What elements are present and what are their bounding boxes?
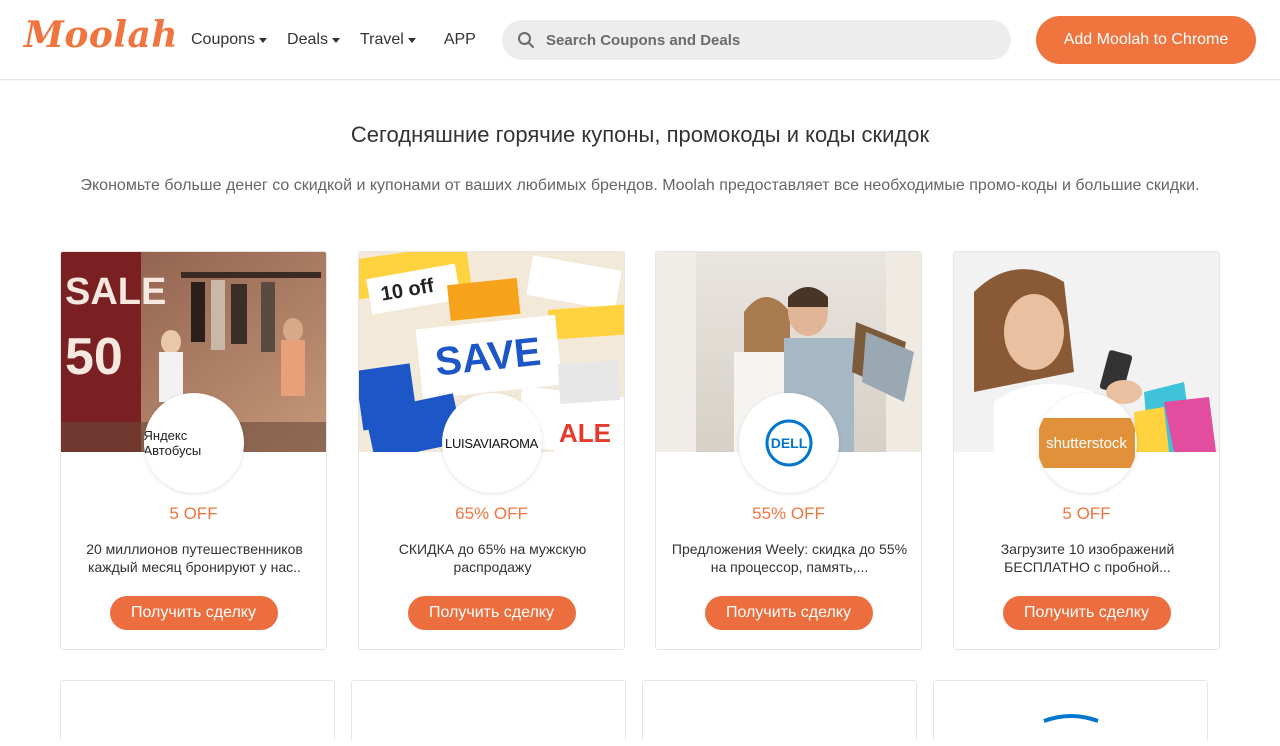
caret-down-icon <box>259 37 268 43</box>
deal-card[interactable] <box>642 680 917 740</box>
page-title: Сегодняшние горячие купоны, промокоды и … <box>350 122 930 147</box>
dell-logo-icon: DELL <box>765 419 812 467</box>
brand-logo-text: shutterstock <box>1046 434 1127 452</box>
nav-deals[interactable]: Deals <box>287 31 340 49</box>
deal-description: Предложения Weely: скидка до 55% на проц… <box>671 541 908 575</box>
dell-logo-text: DELL <box>770 435 807 451</box>
nav-coupons-label: Coupons <box>191 31 256 48</box>
deal-description: 20 миллионов путешественников каждый мес… <box>86 541 303 575</box>
brand-logo-dell[interactable]: DELL <box>738 393 839 493</box>
add-to-chrome-button[interactable]: Add Moolah to Chrome <box>1036 16 1256 64</box>
get-deal-button[interactable]: Получить сделку <box>407 596 576 630</box>
svg-text:ALE: ALE <box>559 418 611 448</box>
get-deal-button[interactable]: Получить сделку <box>109 596 278 630</box>
deal-card[interactable] <box>933 680 1208 740</box>
offer-label: 65% OFF <box>455 504 528 523</box>
offer-label: 55% OFF <box>752 504 825 523</box>
shutterstock-badge: shutterstock <box>1038 418 1135 468</box>
search-bar <box>502 20 1011 60</box>
deal-card[interactable]: shutterstock 5 OFF Загрузите 10 изображе… <box>953 251 1220 650</box>
nav-deals-label: Deals <box>287 31 328 48</box>
deal-card[interactable]: DELL 55% OFF Предложения Weely: скидка д… <box>655 251 922 650</box>
deal-card[interactable]: 10 off SAVE ALE LUISAVIAROMA 65% OFF СКИ… <box>358 251 625 650</box>
brand-logo-yandex-buses[interactable]: Яндекс Автобусы <box>143 393 244 493</box>
top-header: Moolah Coupons Deals Travel APP Add Mool… <box>0 0 1280 80</box>
page-subtitle: Экономьте больше денег со скидкой и купо… <box>80 177 1200 194</box>
deal-description: СКИДКА до 65% на мужскую распродажу <box>398 541 587 575</box>
svg-text:SALE: SALE <box>65 271 166 313</box>
brand-logo-shutterstock[interactable]: shutterstock <box>1036 393 1137 493</box>
get-deal-button[interactable]: Получить сделку <box>704 596 873 630</box>
deal-cards: SALE 50 Яндекс Автобусы 5 OFF 20 миллион… <box>60 251 1220 651</box>
nav-travel-label: Travel <box>359 31 404 48</box>
caret-down-icon <box>407 37 416 43</box>
moolah-logo[interactable]: Moolah <box>24 14 178 56</box>
offer-label: 5 OFF <box>1062 504 1111 523</box>
search-input[interactable] <box>546 31 986 49</box>
deal-card[interactable] <box>351 680 626 740</box>
deal-description: Загрузите 10 изображений БЕСПЛАТНО с про… <box>1000 541 1175 575</box>
nav-app-label: APP <box>443 31 476 48</box>
brand-logo-partial-icon <box>1043 714 1099 723</box>
main-nav: Coupons Deals Travel APP <box>191 0 496 80</box>
caret-down-icon <box>331 37 340 43</box>
deal-card[interactable] <box>60 680 335 740</box>
nav-travel[interactable]: Travel <box>360 31 416 49</box>
nav-coupons[interactable]: Coupons <box>191 31 268 49</box>
brand-logo-text: Яндекс Автобусы <box>143 428 202 458</box>
search-icon[interactable] <box>506 20 546 60</box>
deal-card[interactable]: SALE 50 Яндекс Автобусы 5 OFF 20 миллион… <box>60 251 327 650</box>
offer-label: 5 OFF <box>169 504 218 523</box>
get-deal-button[interactable]: Получить сделку <box>1002 596 1171 630</box>
brand-logo-luisaviaroma[interactable]: LUISAVIAROMA <box>441 393 542 493</box>
nav-app[interactable]: APP <box>444 31 476 49</box>
brand-logo-text: LUISAVIAROMA <box>445 435 538 451</box>
svg-text:50: 50 <box>65 328 123 386</box>
